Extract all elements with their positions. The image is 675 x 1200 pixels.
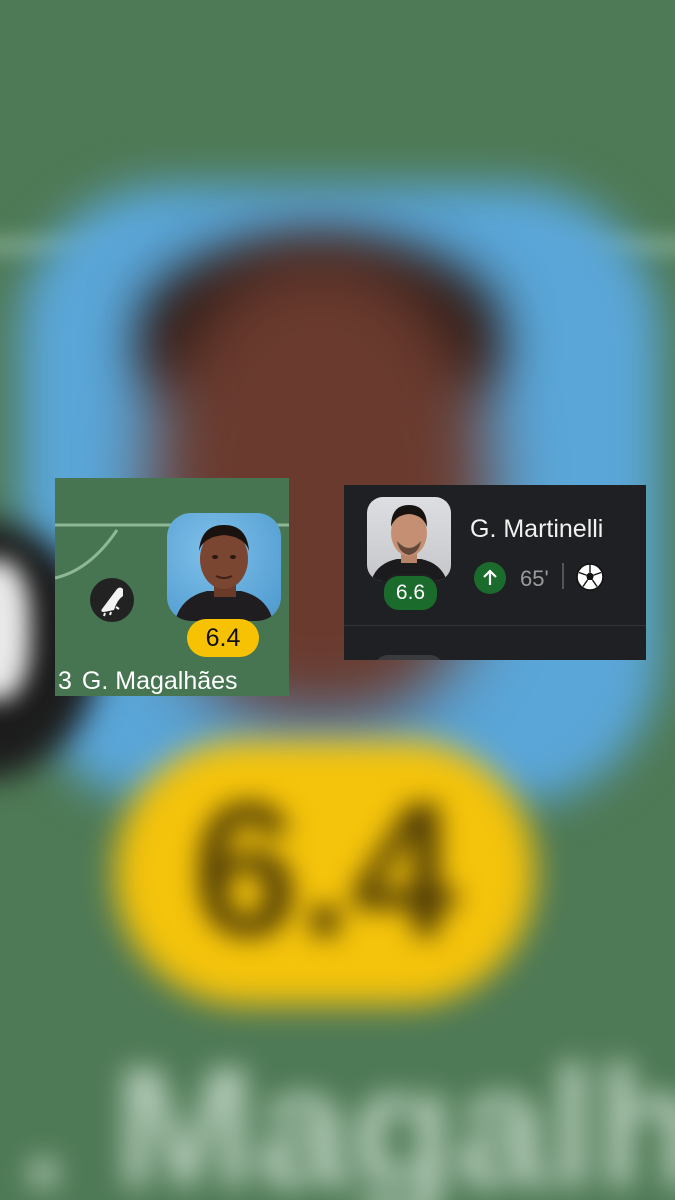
player-label: 3 G. Magalhães bbox=[58, 666, 238, 696]
player-number: 3 bbox=[58, 667, 72, 695]
player-name: G. Martinelli bbox=[470, 515, 604, 543]
football-icon bbox=[576, 563, 604, 596]
background-player-name: . Magalh bbox=[20, 1033, 675, 1200]
player-rating-badge: 6.4 bbox=[187, 619, 259, 657]
lineup-player-card[interactable]: 6.4 3 G. Magalhães bbox=[55, 478, 289, 696]
substitution-minute: 65' bbox=[520, 566, 549, 591]
divider bbox=[562, 563, 564, 589]
player-name: G. Magalhães bbox=[81, 667, 238, 695]
arrow-up-icon bbox=[474, 562, 506, 594]
football-boot-icon bbox=[90, 578, 134, 622]
player-rating-badge: 6.6 bbox=[382, 574, 439, 612]
player-photo bbox=[167, 513, 281, 621]
next-player-photo bbox=[374, 655, 444, 660]
row-divider bbox=[344, 625, 646, 626]
player-photo bbox=[367, 497, 451, 581]
background-rating-text: 6.4 bbox=[192, 764, 458, 976]
player-list-card: 6.6 G. Martinelli 65' bbox=[344, 485, 646, 660]
